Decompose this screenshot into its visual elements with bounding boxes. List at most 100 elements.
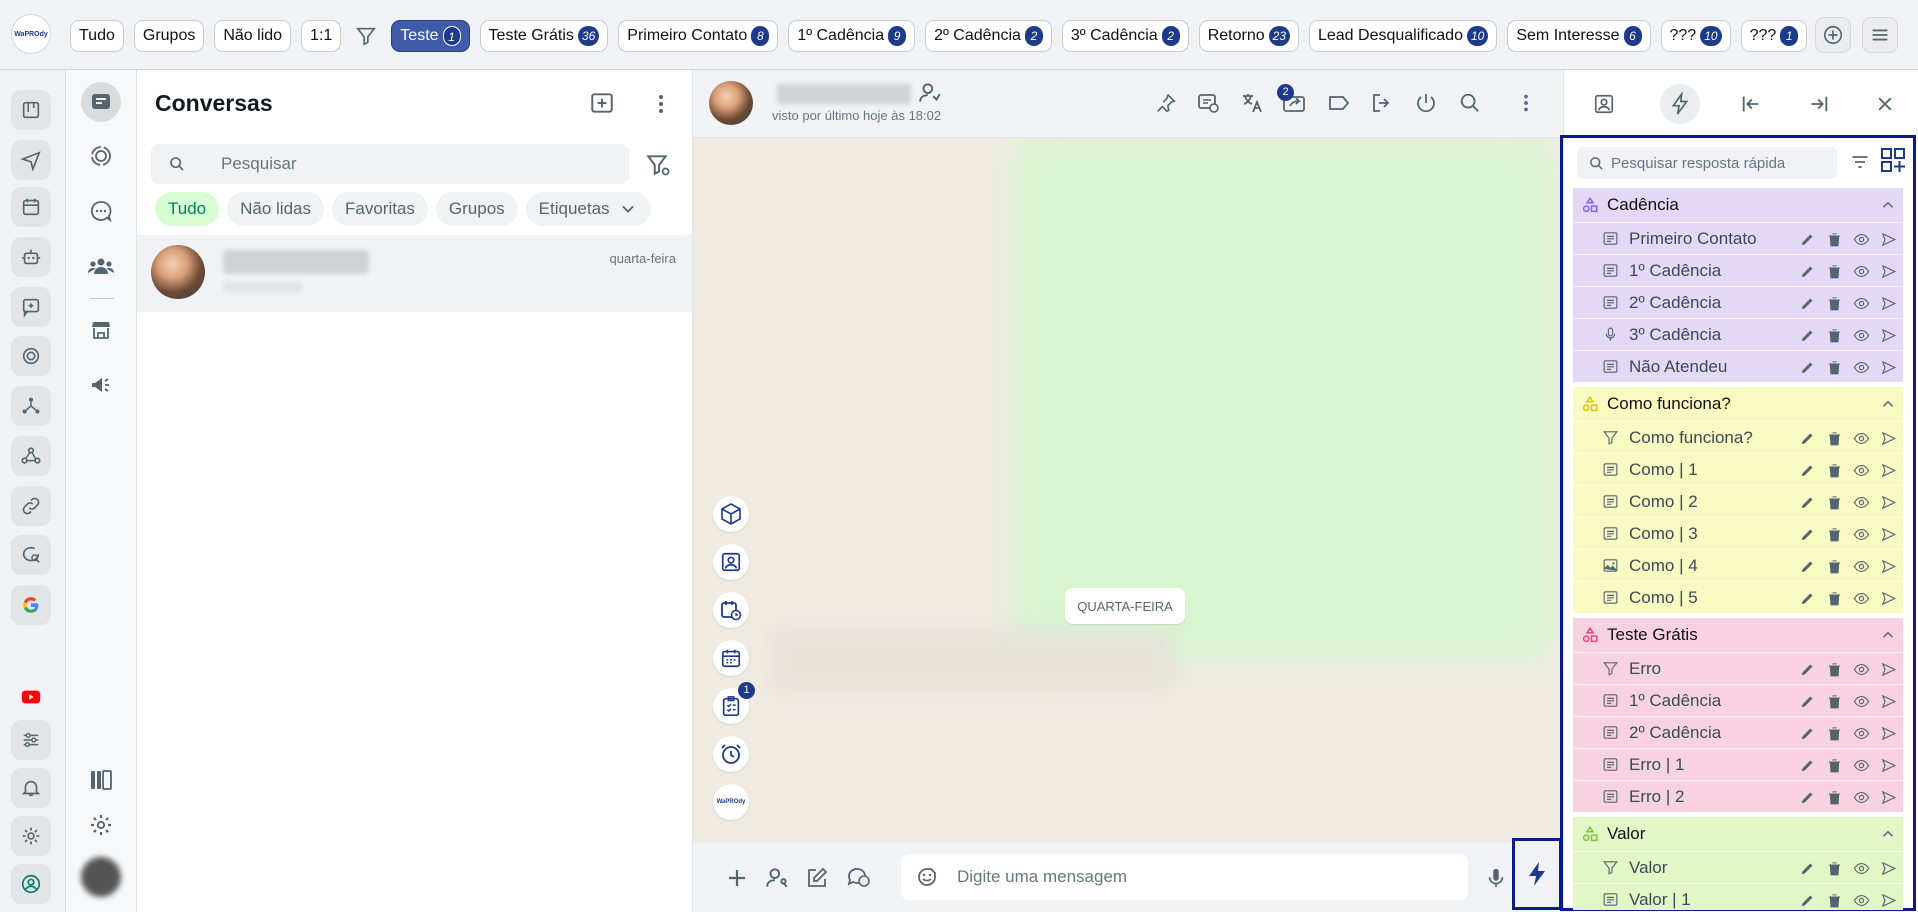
chip-etiquetas[interactable]: Etiquetas [525,192,651,226]
chat-search-rail-button[interactable] [11,535,51,575]
close-panel-button[interactable] [1865,84,1905,124]
quick-reply-group-header[interactable]: Valor [1573,817,1903,851]
quick-reply-item[interactable]: Valor | 1 [1573,883,1903,910]
preview-button[interactable] [1852,660,1870,678]
chip-grupos[interactable]: Grupos [435,192,518,226]
delete-button[interactable] [1825,589,1843,607]
quick-reply-item[interactable]: Como | 4 [1573,549,1903,581]
message-input[interactable]: Digite uma mensagem [901,854,1468,900]
preview-button[interactable] [1852,294,1870,312]
label-filter-tag[interactable]: Teste Grátis 36 [479,20,609,52]
quick-reply-group-header[interactable]: Teste Grátis [1573,618,1903,652]
robot-rail-button[interactable] [11,237,51,277]
delete-button[interactable] [1825,493,1843,511]
edit-button[interactable] [1798,493,1816,511]
quick-reply-group-header[interactable]: Cadência [1573,188,1903,222]
quick-reply-item[interactable]: 1º Cadência [1573,254,1903,286]
target-rail-button[interactable] [11,336,51,376]
delete-button[interactable] [1825,859,1843,877]
contact-name-redacted[interactable] [777,84,911,104]
attach-button[interactable] [723,864,751,892]
chat-search-input[interactable]: Pesquisar [151,144,629,184]
preview-button[interactable] [1852,788,1870,806]
send-button[interactable] [1879,756,1897,774]
edit-button[interactable] [1798,358,1816,376]
send-button[interactable] [1879,493,1897,511]
send-button[interactable] [1879,262,1897,280]
bell-rail-button[interactable] [11,768,51,808]
app-logo[interactable]: WaPROdy [11,14,51,54]
wapro-mini-button[interactable]: WaPROdy [713,784,749,820]
network-rail-button[interactable] [11,386,51,426]
quick-reply-item[interactable]: 3º Cadência [1573,318,1903,350]
preview-button[interactable] [1852,429,1870,447]
exit-button[interactable] [1367,88,1397,118]
store-nav-button[interactable] [81,310,121,350]
quick-reply-item[interactable]: 2º Cadência [1573,716,1903,748]
menu-button[interactable] [1862,17,1898,53]
settings-nav-button[interactable] [81,805,121,845]
calendar-rail-button[interactable] [11,187,51,227]
chats-nav-button[interactable] [81,82,121,122]
send-button[interactable] [1879,326,1897,344]
preview-button[interactable] [1852,589,1870,607]
schedule-message-button[interactable] [713,592,749,628]
quick-reply-toggle-button[interactable] [1512,838,1562,910]
edit-button[interactable] [1798,326,1816,344]
preview-button[interactable] [1852,358,1870,376]
contact-avatar[interactable] [709,81,753,125]
quick-replies-tab[interactable] [1660,84,1700,124]
delete-button[interactable] [1825,525,1843,543]
preview-button[interactable] [1852,262,1870,280]
sliders-rail-button[interactable] [11,720,51,760]
quick-reply-group-header[interactable]: Como funciona? [1573,387,1903,421]
send-button[interactable] [1879,358,1897,376]
delete-button[interactable] [1825,294,1843,312]
send-button[interactable] [1879,230,1897,248]
preview-button[interactable] [1852,525,1870,543]
link-rail-button[interactable] [11,486,51,526]
signature-button[interactable] [803,864,831,892]
quick-reply-item[interactable]: Como | 2 [1573,485,1903,517]
delete-button[interactable] [1825,230,1843,248]
conversation-menu-button[interactable] [1511,88,1541,118]
label-filter-tag[interactable]: 3º Cadência 2 [1061,20,1189,52]
label-filter-tag[interactable]: 2º Cadência 2 [925,20,1052,52]
preview-button[interactable] [1852,493,1870,511]
forward-button[interactable]: 2 [1277,84,1310,118]
preview-button[interactable] [1852,557,1870,575]
delete-button[interactable] [1825,660,1843,678]
chat-row[interactable]: quarta-feira [137,235,692,312]
filter-settings-button[interactable] [645,152,673,180]
chip-favoritas[interactable]: Favoritas [332,192,428,226]
quick-reply-item[interactable]: 2º Cadência [1573,286,1903,318]
library-nav-button[interactable] [81,760,121,800]
chat-list-menu-button[interactable] [649,92,673,118]
send-button[interactable] [1879,557,1897,575]
quick-reply-search-input[interactable]: Pesquisar resposta rápida [1577,147,1837,179]
label-filter-tag[interactable]: 1º Cadência 9 [788,20,916,52]
quick-reply-item[interactable]: Não Atendeu [1573,350,1903,382]
label-filter-tag[interactable]: Primeiro Contato 8 [618,20,779,52]
quick-reply-item[interactable]: 1º Cadência [1573,684,1903,716]
edit-button[interactable] [1798,262,1816,280]
edit-button[interactable] [1798,429,1816,447]
quick-reply-item[interactable]: Como | 1 [1573,453,1903,485]
delete-button[interactable] [1825,891,1843,909]
send-button[interactable] [1879,692,1897,710]
preview-button[interactable] [1852,724,1870,742]
reminder-button[interactable] [713,736,749,772]
delete-button[interactable] [1825,429,1843,447]
edit-button[interactable] [1798,788,1816,806]
quick-reply-item[interactable]: Como funciona? [1573,421,1903,453]
products-button[interactable] [713,496,749,532]
edit-button[interactable] [1798,724,1816,742]
contact-card-button[interactable] [713,544,749,580]
notes-button[interactable] [1193,88,1223,118]
conversation-search-button[interactable] [1455,88,1485,118]
webhook-rail-button[interactable] [11,436,51,476]
delete-button[interactable] [1825,724,1843,742]
youtube-rail-button[interactable] [11,677,51,717]
edit-button[interactable] [1798,589,1816,607]
quick-reply-item[interactable]: Erro | 1 [1573,748,1903,780]
